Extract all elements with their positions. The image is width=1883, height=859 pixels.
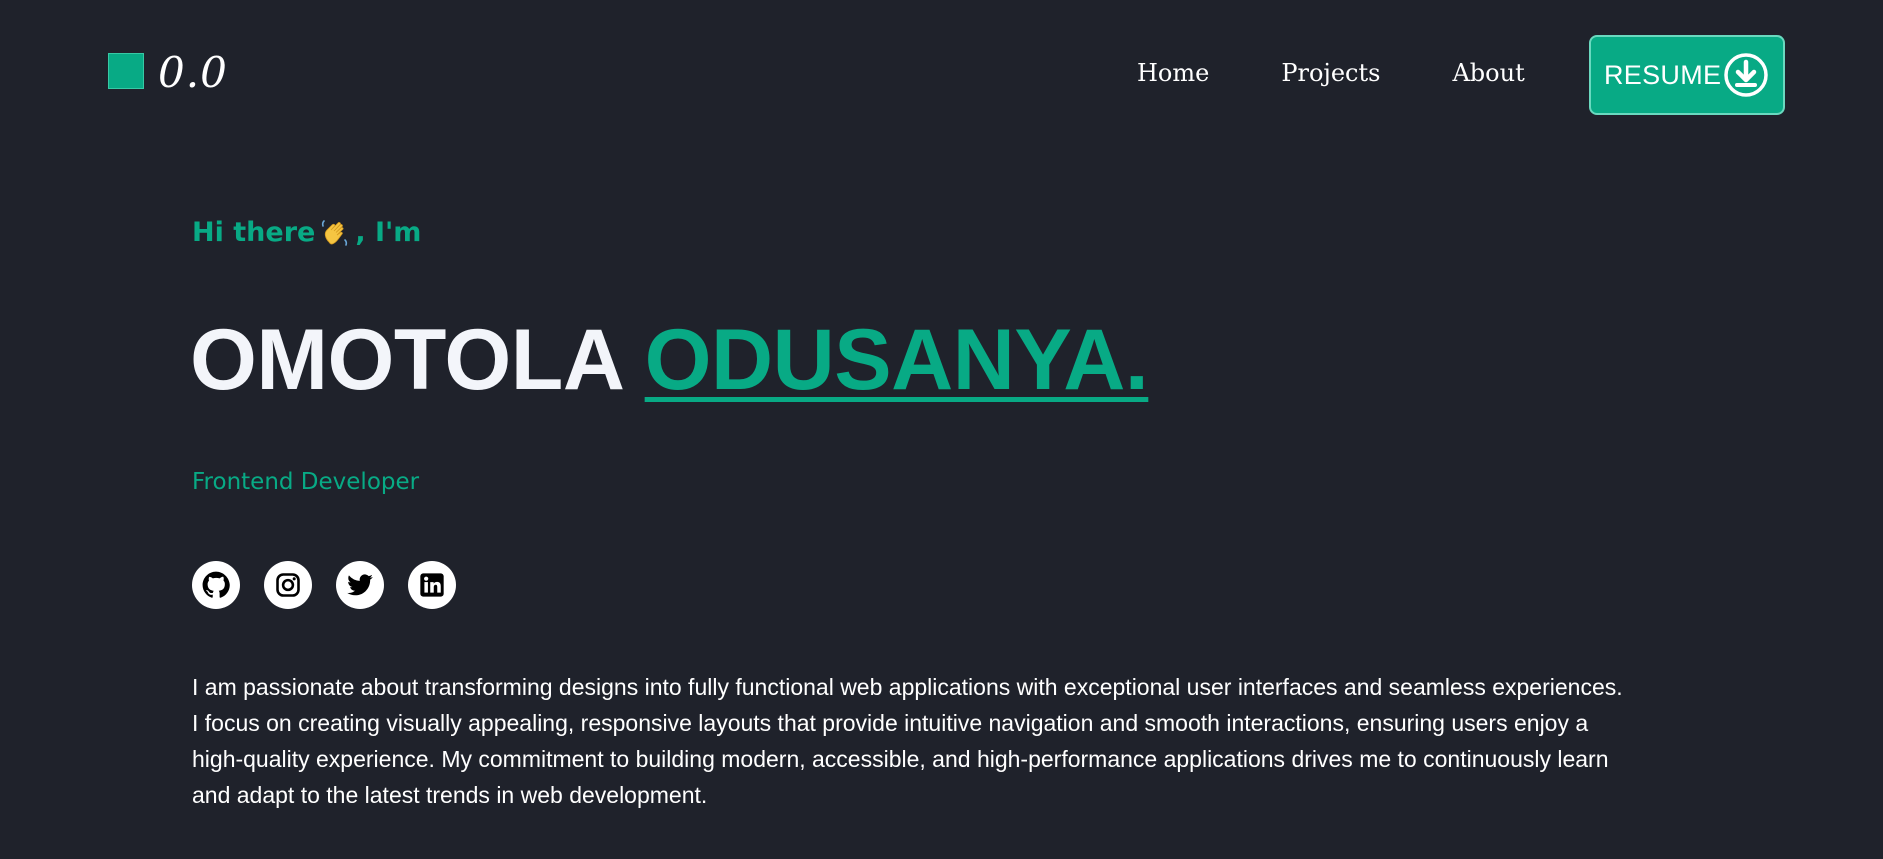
resume-button-label: RESUME	[1604, 59, 1722, 90]
main-nav: Home Projects About	[1137, 57, 1525, 89]
instagram-link[interactable]	[264, 561, 312, 609]
hero-name: OMOTOLA ODUSANYA.	[190, 310, 1149, 410]
bio-line: high-quality experience. My commitment t…	[192, 746, 1609, 772]
first-name: OMOTOLA	[190, 312, 622, 408]
instagram-icon	[276, 573, 300, 597]
greeting-suffix: , I'm	[355, 216, 422, 248]
job-title: Frontend Developer	[192, 469, 420, 495]
twitter-link[interactable]	[336, 561, 384, 609]
waving-hand-icon	[322, 220, 348, 246]
social-links	[192, 561, 480, 609]
last-name-link[interactable]: ODUSANYA.	[645, 312, 1149, 408]
bio-line: and adapt to the latest trends in web de…	[192, 782, 708, 808]
nav-about-link[interactable]: About	[1452, 57, 1524, 89]
logo-square-icon	[108, 53, 144, 89]
twitter-icon	[347, 574, 373, 596]
bio-paragraph: I am passionate about transforming desig…	[192, 669, 1722, 813]
github-icon	[202, 571, 230, 598]
logo-text: 0.0	[158, 48, 228, 97]
github-link[interactable]	[192, 561, 240, 609]
greeting: Hi there , I'm	[192, 216, 421, 248]
site-logo[interactable]: 0.0	[108, 48, 228, 94]
linkedin-icon	[420, 573, 444, 597]
download-icon	[1724, 53, 1768, 97]
bio-line: I focus on creating visually appealing, …	[192, 710, 1589, 736]
resume-button[interactable]: RESUME	[1589, 35, 1785, 115]
nav-home-link[interactable]: Home	[1137, 57, 1209, 89]
greeting-text: Hi there	[192, 216, 316, 248]
bio-line: I am passionate about transforming desig…	[192, 674, 1623, 700]
nav-projects-link[interactable]: Projects	[1281, 57, 1380, 89]
linkedin-link[interactable]	[408, 561, 456, 609]
